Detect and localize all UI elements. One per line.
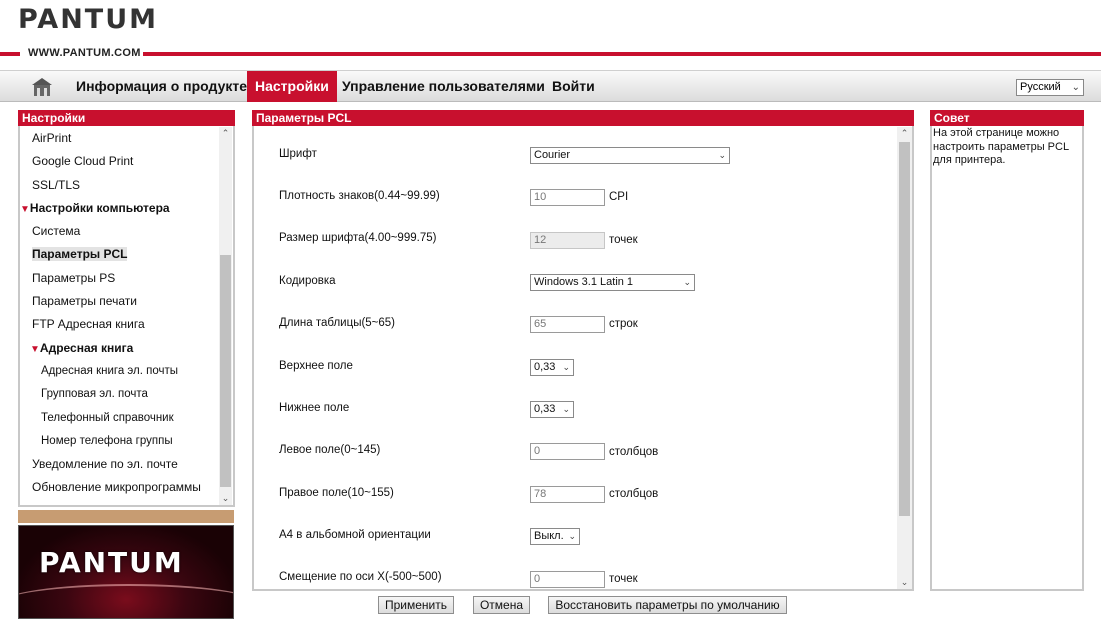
right-margin-input[interactable]: 78 xyxy=(530,486,605,503)
main-panel xyxy=(252,110,914,591)
scrollbar-thumb[interactable] xyxy=(220,255,231,487)
scroll-up-icon[interactable]: ⌃ xyxy=(219,128,232,139)
pitch-input[interactable]: 10 xyxy=(530,189,605,206)
chevron-down-icon: ⌄ xyxy=(568,531,576,541)
top-margin-label: Верхнее поле xyxy=(279,360,353,372)
left-margin-label: Левое поле(0~145) xyxy=(279,444,381,456)
font-size-unit: точек xyxy=(609,234,638,246)
scroll-down-icon[interactable]: ⌄ xyxy=(898,577,911,588)
nav-login[interactable]: Войти xyxy=(544,71,603,102)
nav-user-management[interactable]: Управление пользователями xyxy=(334,71,553,102)
sidebar-title: Настройки xyxy=(18,110,235,126)
font-select[interactable]: Courier ⌄ xyxy=(530,147,730,164)
main-scrollbar[interactable]: ⌃ ⌄ xyxy=(897,127,912,589)
encoding-label: Кодировка xyxy=(279,275,336,287)
nav-product-info[interactable]: Информация о продукте xyxy=(68,71,255,102)
tip-panel xyxy=(930,110,1084,591)
url-banner: WWW.PANTUM.COM xyxy=(0,45,1101,63)
pitch-unit: CPI xyxy=(609,191,629,203)
top-navigation: Информация о продукте Настройки Управлен… xyxy=(0,70,1101,102)
brand-banner: PANTUM xyxy=(18,525,234,619)
table-length-unit: строк xyxy=(609,318,638,330)
cancel-button[interactable]: Отмена xyxy=(473,596,530,614)
sidebar-item-group-phone[interactable]: Номер телефона группы xyxy=(20,430,220,453)
x-offset-unit: точек xyxy=(609,573,638,585)
sidebar-group-address-book[interactable]: ▼Адресная книга xyxy=(20,337,220,360)
bottom-margin-label: Нижнее поле xyxy=(279,402,350,414)
chevron-down-icon: ⌄ xyxy=(683,277,691,287)
main-title: Параметры PCL xyxy=(252,110,914,126)
sidebar-item-ftp-address-book[interactable]: FTP Адресная книга xyxy=(20,313,220,336)
pantum-logo: PANTUM xyxy=(18,4,159,35)
sidebar-item-pcl-settings[interactable]: Параметры PCL xyxy=(20,243,220,266)
chevron-down-icon: ⌄ xyxy=(562,404,570,414)
pitch-label: Плотность знаков(0.44~99.99) xyxy=(279,190,440,202)
decorative-bar xyxy=(18,510,234,523)
right-margin-label: Правое поле(10~155) xyxy=(279,487,394,499)
chevron-down-icon: ⌄ xyxy=(718,150,726,160)
bottom-margin-value: 0,33 xyxy=(534,403,556,415)
sidebar-item-print-settings[interactable]: Параметры печати xyxy=(20,290,220,313)
sidebar-menu: AirPrint Google Cloud Print SSL/TLS ▼Нас… xyxy=(20,127,220,505)
table-length-input[interactable]: 65 xyxy=(530,316,605,333)
language-value: Русский xyxy=(1020,81,1061,93)
x-offset-input[interactable]: 0 xyxy=(530,571,605,588)
font-size-input: 12 xyxy=(530,232,605,249)
tip-text: На этой странице можно настроить парамет… xyxy=(933,127,1069,166)
home-icon[interactable] xyxy=(30,76,54,98)
left-margin-input[interactable]: 0 xyxy=(530,443,605,460)
sidebar-item-phone-book[interactable]: Телефонный справочник xyxy=(20,407,220,430)
font-size-label: Размер шрифта(4.00~999.75) xyxy=(279,232,437,244)
divider-line xyxy=(0,52,20,56)
sidebar-item-email-notification[interactable]: Уведомление по эл. почте xyxy=(20,453,220,476)
triangle-down-icon: ▼ xyxy=(30,343,40,355)
sidebar-item-ssl-tls[interactable]: SSL/TLS xyxy=(20,174,220,197)
scroll-up-icon[interactable]: ⌃ xyxy=(898,128,911,139)
divider-line xyxy=(143,52,1101,56)
font-label: Шрифт xyxy=(279,148,317,160)
sidebar-item-firmware-update[interactable]: Обновление микропрограммы xyxy=(20,476,220,499)
sidebar-item-ps-settings[interactable]: Параметры PS xyxy=(20,267,220,290)
x-offset-label: Смещение по оси X(-500~500) xyxy=(279,571,442,583)
table-length-label: Длина таблицы(5~65) xyxy=(279,317,396,329)
sidebar-item-group-email[interactable]: Групповая эл. почта xyxy=(20,383,220,406)
triangle-down-icon: ▼ xyxy=(20,203,30,215)
a4-landscape-value: Выкл. xyxy=(534,530,564,542)
apply-button[interactable]: Применить xyxy=(378,596,454,614)
scroll-down-icon[interactable]: ⌄ xyxy=(219,493,232,504)
sidebar-item-email-address-book[interactable]: Адресная книга эл. почты xyxy=(20,360,220,383)
top-margin-select[interactable]: 0,33 ⌄ xyxy=(530,359,574,376)
sidebar-item-google-cloud-print[interactable]: Google Cloud Print xyxy=(20,150,220,173)
nav-settings[interactable]: Настройки xyxy=(247,71,337,102)
bottom-margin-select[interactable]: 0,33 ⌄ xyxy=(530,401,574,418)
chevron-down-icon: ⌄ xyxy=(1071,82,1080,93)
sidebar-scrollbar[interactable]: ⌃ ⌄ xyxy=(219,127,232,505)
tip-title: Совет xyxy=(930,110,1084,126)
a4-landscape-select[interactable]: Выкл. ⌄ xyxy=(530,528,580,545)
site-url: WWW.PANTUM.COM xyxy=(28,47,141,59)
font-value: Courier xyxy=(534,149,571,161)
sidebar-item-airprint[interactable]: AirPrint xyxy=(20,127,220,150)
top-margin-value: 0,33 xyxy=(534,361,556,373)
restore-defaults-button[interactable]: Восстановить параметры по умолчанию xyxy=(548,596,787,614)
chevron-down-icon: ⌄ xyxy=(562,362,570,372)
encoding-value: Windows 3.1 Latin 1 xyxy=(534,276,634,288)
pantum-banner-logo: PANTUM xyxy=(39,546,184,579)
right-margin-unit: столбцов xyxy=(609,488,659,500)
language-select[interactable]: Русский ⌄ xyxy=(1016,79,1084,96)
sidebar-group-computer-settings[interactable]: ▼Настройки компьютера xyxy=(20,197,220,220)
sidebar-item-system[interactable]: Система xyxy=(20,220,220,243)
a4-landscape-label: A4 в альбомной ориентации xyxy=(279,529,431,541)
left-margin-unit: столбцов xyxy=(609,446,659,458)
swoosh-decoration xyxy=(19,584,233,618)
encoding-select[interactable]: Windows 3.1 Latin 1 ⌄ xyxy=(530,274,695,291)
scrollbar-thumb[interactable] xyxy=(899,142,910,516)
